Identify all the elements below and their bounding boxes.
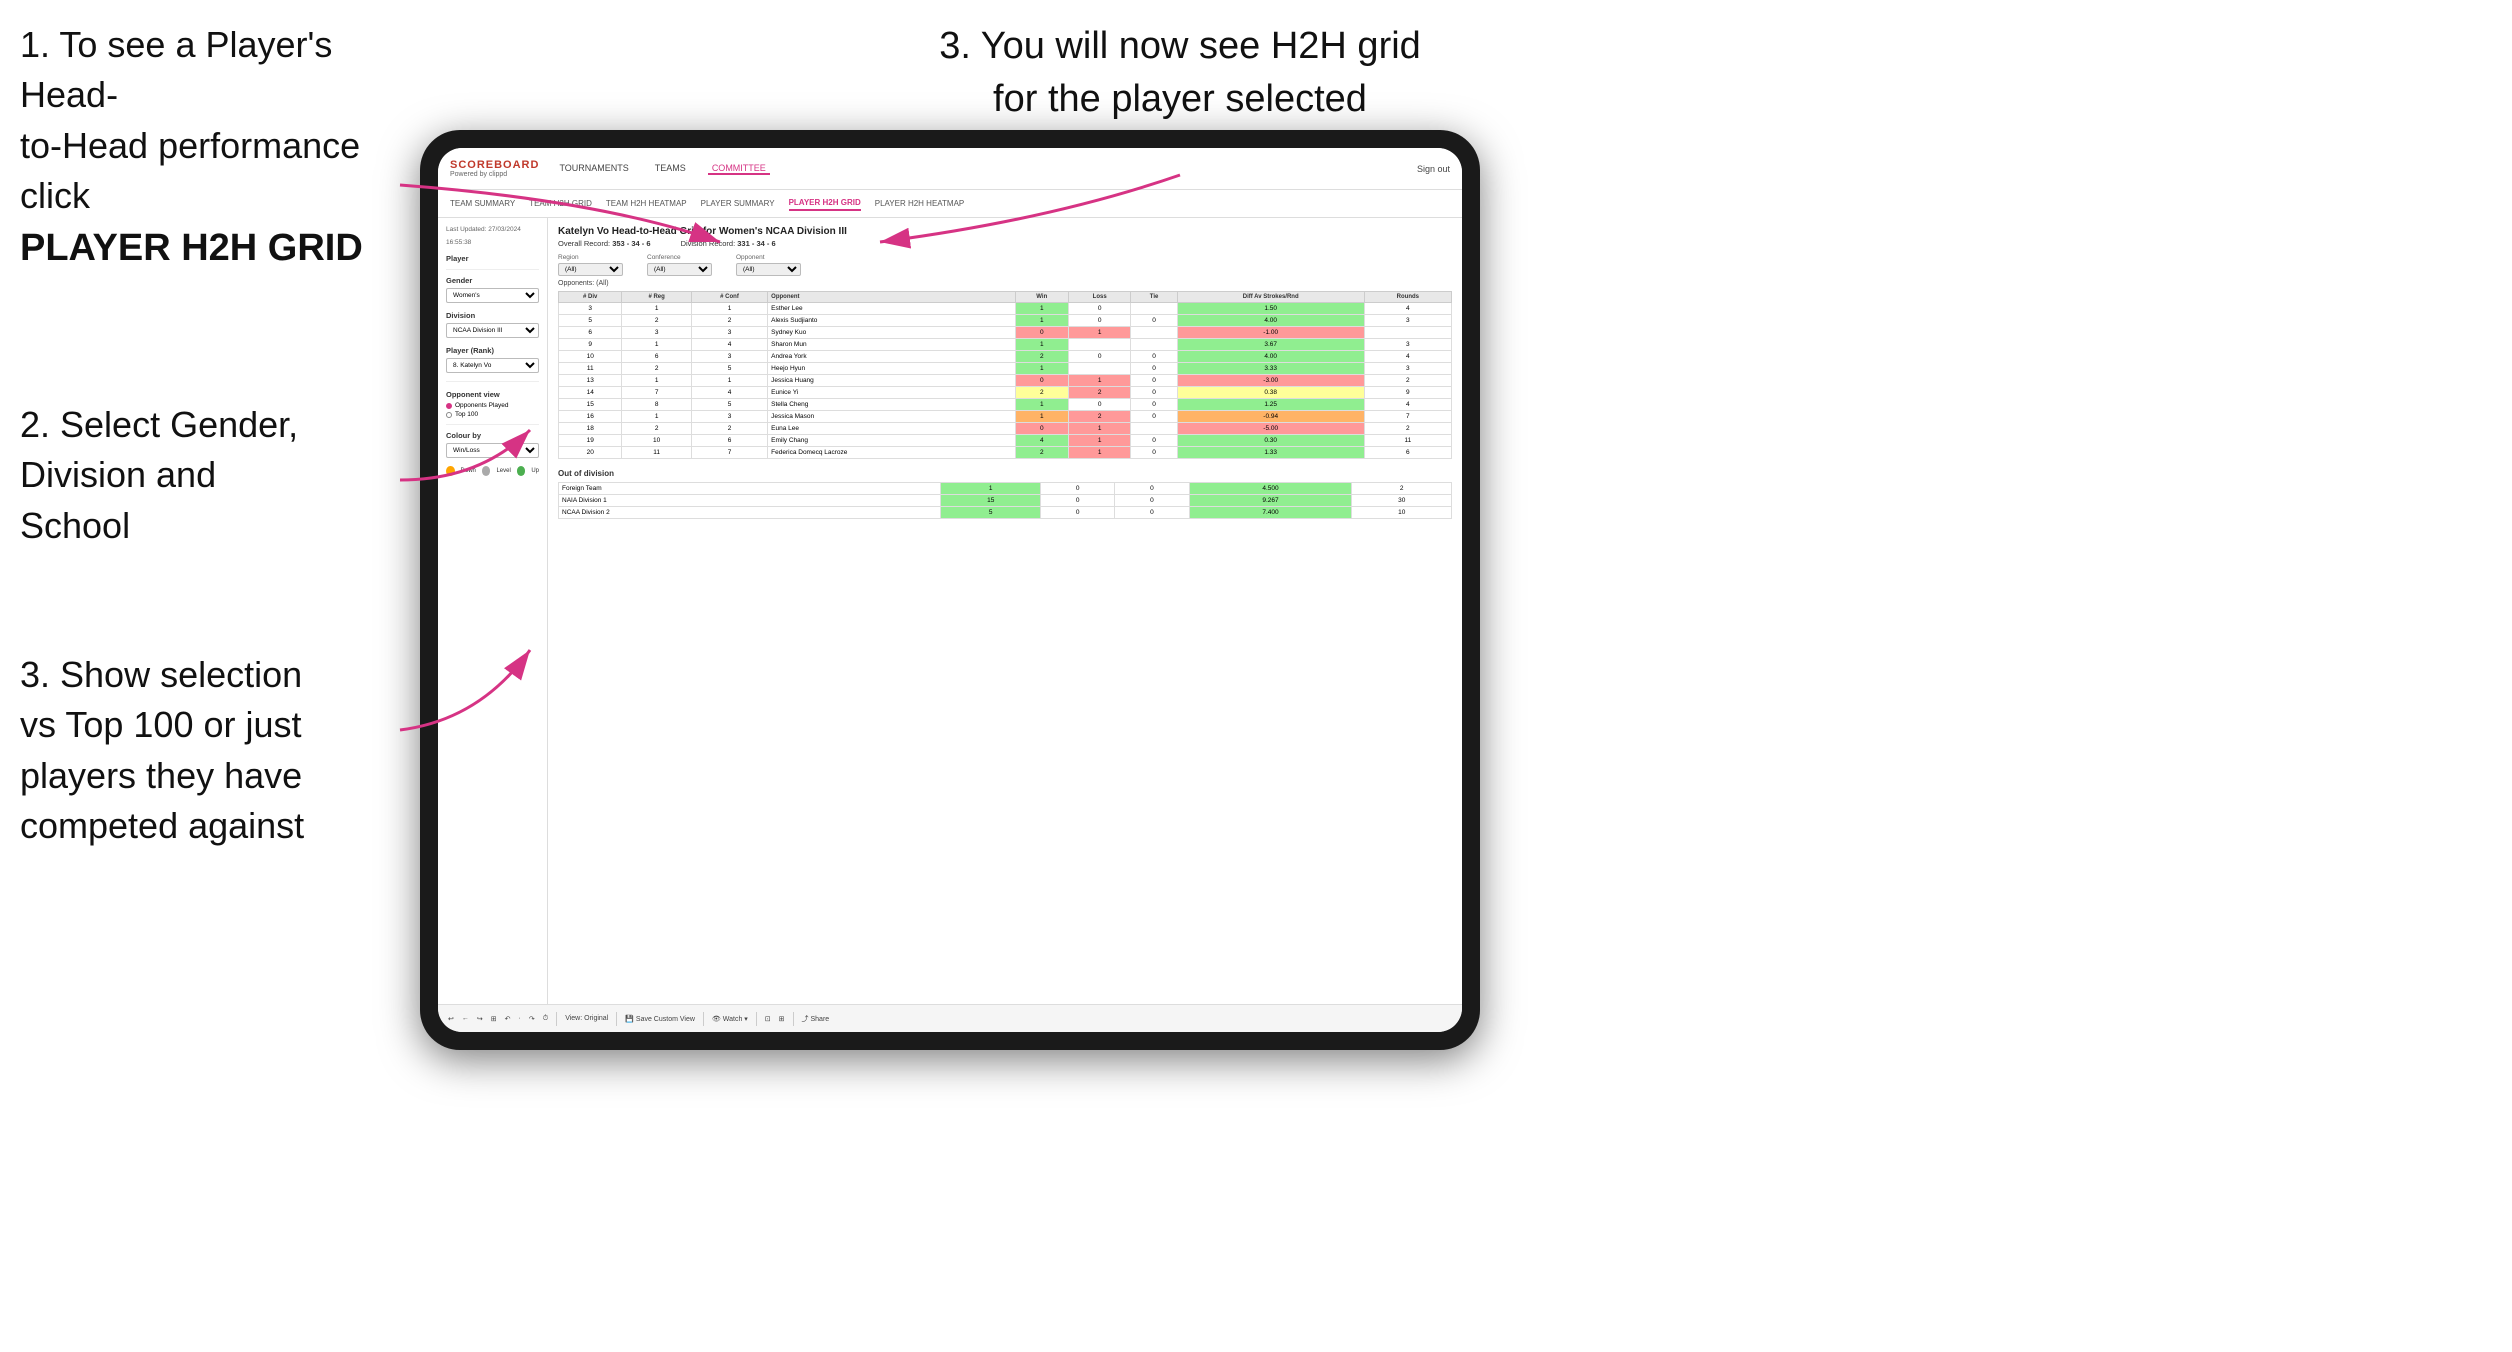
table-row: 9: [559, 339, 622, 351]
logo: SCOREBOARD Powered by clippd: [450, 159, 539, 179]
col-opponent: Opponent: [768, 292, 1015, 303]
panel-records: Overall Record: 353 - 34 - 6 Division Re…: [558, 239, 1452, 248]
region-select[interactable]: (All): [558, 263, 623, 276]
nav-links: TOURNAMENTS TEAMS COMMITTEE: [555, 163, 1417, 175]
table-row: 11: [559, 363, 622, 375]
main-content: Last Updated: 27/03/2024 16:55:38 Player…: [438, 218, 1462, 1004]
undo2-btn[interactable]: ↶: [505, 1015, 511, 1023]
list-item: NCAA Division 2: [559, 507, 941, 519]
tablet-device: SCOREBOARD Powered by clippd TOURNAMENTS…: [420, 130, 1480, 1050]
colour-section: Colour by Win/Loss: [446, 431, 539, 458]
clock-btn[interactable]: ⏱: [543, 1015, 548, 1023]
sep2: [616, 1012, 617, 1026]
nav-bar: SCOREBOARD Powered by clippd TOURNAMENTS…: [438, 148, 1462, 190]
table-row: 19: [559, 435, 622, 447]
layout-btn[interactable]: ⊡: [765, 1015, 771, 1023]
instruction-3-top: 3. You will now see H2H grid for the pla…: [870, 20, 1490, 126]
sub-team-heatmap[interactable]: TEAM H2H HEATMAP: [606, 197, 687, 210]
table-row: 3: [559, 303, 622, 315]
instruction-3-bottom: 3. Show selection vs Top 100 or just pla…: [20, 650, 400, 852]
sub-team-summary[interactable]: TEAM SUMMARY: [450, 197, 515, 210]
player-select[interactable]: 8. Katelyn Vo: [446, 358, 539, 373]
col-div: # Div: [559, 292, 622, 303]
panel-title: Katelyn Vo Head-to-Head Grid for Women's…: [558, 226, 1452, 237]
sep1: [556, 1012, 557, 1026]
sub-nav: TEAM SUMMARY TEAM H2H GRID TEAM H2H HEAT…: [438, 190, 1462, 218]
table-row: 13: [559, 375, 622, 387]
opponents-label: Opponents: (All): [558, 280, 1452, 287]
col-win: Win: [1015, 292, 1068, 303]
undo-btn[interactable]: ↩: [448, 1015, 454, 1023]
sep5: [793, 1012, 794, 1026]
table-row: 16: [559, 411, 622, 423]
table-row: 15: [559, 399, 622, 411]
opponent-select[interactable]: (All): [736, 263, 801, 276]
list-item: NAIA Division 1: [559, 495, 941, 507]
sep4: [756, 1012, 757, 1026]
opponent-view: Opponent view Opponents Played Top 100: [446, 390, 539, 418]
table-row: 18: [559, 423, 622, 435]
table-row: 5: [559, 315, 622, 327]
gender-select[interactable]: Women's: [446, 288, 539, 303]
nav-committee[interactable]: COMMITTEE: [708, 163, 770, 175]
sidebar: Last Updated: 27/03/2024 16:55:38 Player…: [438, 218, 548, 1004]
share-btn[interactable]: ⤴ Share: [802, 1014, 830, 1024]
tablet-screen: SCOREBOARD Powered by clippd TOURNAMENTS…: [438, 148, 1462, 1032]
opponent-filter: Opponent (All): [736, 254, 801, 276]
sub-team-h2h[interactable]: TEAM H2H GRID: [529, 197, 592, 210]
sub-player-h2h[interactable]: PLAYER H2H GRID: [789, 196, 861, 211]
sep3: [703, 1012, 704, 1026]
view-original-btn[interactable]: View: Original: [565, 1015, 608, 1022]
table-row: 14: [559, 387, 622, 399]
nav-teams[interactable]: TEAMS: [651, 163, 690, 175]
sub-player-summary[interactable]: PLAYER SUMMARY: [701, 197, 775, 210]
conference-filter: Conference (All): [647, 254, 712, 276]
player-rank-section: Player (Rank) 8. Katelyn Vo: [446, 346, 539, 373]
radio-top100[interactable]: Top 100: [446, 411, 539, 418]
redo2-btn[interactable]: ↷: [529, 1015, 535, 1023]
division-section: Division NCAA Division III: [446, 311, 539, 338]
table-row: 20: [559, 447, 622, 459]
col-tie: Tie: [1131, 292, 1177, 303]
redo-btn[interactable]: ↪: [477, 1015, 483, 1023]
grid2-btn[interactable]: ⊞: [779, 1015, 785, 1023]
list-item: Foreign Team: [559, 483, 941, 495]
colour-legend: Down Level Up: [446, 466, 539, 476]
region-filter: Region (All): [558, 254, 623, 276]
table-row: 10: [559, 351, 622, 363]
sign-out[interactable]: Sign out: [1417, 164, 1450, 174]
h2h-table: # Div # Reg # Conf Opponent Win Loss Tie…: [558, 291, 1452, 459]
data-panel: Katelyn Vo Head-to-Head Grid for Women's…: [548, 218, 1462, 1004]
back-btn[interactable]: ←: [462, 1015, 469, 1022]
colour-select[interactable]: Win/Loss: [446, 443, 539, 458]
save-custom-btn[interactable]: 💾 Save Custom View: [625, 1015, 695, 1023]
instruction-1: 1. To see a Player's Head- to-Head perfo…: [20, 20, 440, 275]
grid-btn[interactable]: ⊞: [491, 1015, 497, 1023]
col-loss: Loss: [1068, 292, 1130, 303]
dot-btn[interactable]: ·: [519, 1015, 521, 1022]
out-table: Foreign Team 1 0 0 4.500 2 NAIA Division…: [558, 482, 1452, 519]
player-section: Player Gender Women's: [446, 254, 539, 303]
nav-tournaments[interactable]: TOURNAMENTS: [555, 163, 632, 175]
table-row: 6: [559, 327, 622, 339]
out-of-division-label: Out of division: [558, 469, 1452, 478]
sub-player-heatmap[interactable]: PLAYER H2H HEATMAP: [875, 197, 965, 210]
col-reg: # Reg: [622, 292, 691, 303]
radio-opponents-played[interactable]: Opponents Played: [446, 402, 539, 409]
division-select[interactable]: NCAA Division III: [446, 323, 539, 338]
col-diff: Diff Av Strokes/Rnd: [1177, 292, 1364, 303]
conference-select[interactable]: (All): [647, 263, 712, 276]
instruction-2: 2. Select Gender, Division and School: [20, 400, 400, 551]
col-conf: # Conf: [691, 292, 767, 303]
watch-btn[interactable]: 👁 Watch ▾: [712, 1015, 748, 1023]
last-updated: Last Updated: 27/03/2024 16:55:38: [446, 226, 539, 246]
col-rounds: Rounds: [1364, 292, 1451, 303]
bottom-toolbar: ↩ ← ↪ ⊞ ↶ · ↷ ⏱ View: Original 💾 Save Cu…: [438, 1004, 1462, 1032]
